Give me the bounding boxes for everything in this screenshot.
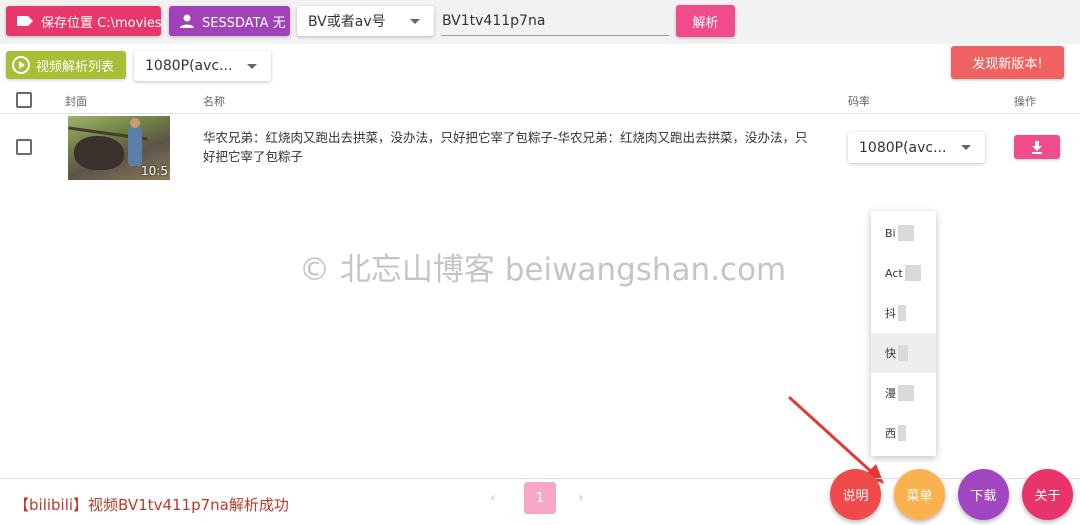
sessdata-button[interactable]: SESSDATA 无 (169, 6, 290, 36)
pager-prev-button[interactable]: ‹ (490, 490, 496, 506)
about-label: 关于 (1034, 489, 1061, 504)
menu-label: 菜单 (906, 489, 933, 504)
table-row: 10:5 华农兄弟：红烧肉又跑出去拱菜，没办法，只好把它宰了包粽子-华农兄弟：红… (0, 115, 1080, 182)
table-header: 封面 名称 码率 操作 (0, 86, 1080, 114)
id-type-select[interactable]: BV或者av号 (297, 6, 434, 36)
sessdata-label: SESSDATA 无 (202, 15, 286, 31)
header-bitrate: 码率 (848, 95, 870, 108)
menu-button[interactable]: 菜单 (894, 469, 945, 520)
status-message: 【bilibili】视频BV1tv411p7na解析成功 (14, 496, 289, 514)
download-label: 下载 (970, 489, 997, 504)
chevron-down-icon (961, 145, 971, 150)
help-label: 说明 (842, 489, 869, 504)
menu-item-acfun[interactable]: Act (871, 253, 936, 293)
video-cover-thumbnail[interactable]: 10:5 (68, 116, 170, 180)
download-button[interactable]: 下载 (958, 469, 1009, 520)
chevron-down-icon (247, 64, 257, 69)
menu-item-label: Act (885, 266, 903, 280)
header-name: 名称 (203, 95, 225, 108)
watermark-text: © 北忘山博客 beiwangshan.com (299, 252, 787, 288)
save-location-button[interactable]: 保存位置 C:\movies (6, 6, 162, 36)
video-id-input[interactable] (441, 6, 669, 36)
menu-item-douyin[interactable]: 抖 (871, 293, 936, 333)
play-circle-icon (12, 56, 30, 74)
menu-item-label: 快 (885, 347, 896, 360)
video-list-label: 视频解析列表 (36, 59, 115, 75)
select-all-checkbox[interactable] (16, 92, 32, 108)
pager-page-1[interactable]: 1 (524, 482, 556, 514)
video-title: 华农兄弟：红烧肉又跑出去拱菜，没办法，只好把它宰了包粽子-华农兄弟：红烧肉又跑出… (203, 130, 808, 164)
person-icon (180, 14, 194, 28)
row-download-button[interactable] (1014, 135, 1060, 159)
row-checkbox[interactable] (16, 139, 32, 155)
global-quality-select[interactable]: 1080P(avc... (134, 51, 271, 81)
download-icon (1032, 141, 1042, 154)
pager-next-button[interactable]: › (578, 490, 584, 506)
id-type-value: BV或者av号 (308, 14, 386, 30)
toolbar: 保存位置 C:\movies SESSDATA 无 BV或者av号 解析 (0, 0, 1080, 44)
new-version-button[interactable]: 发现新版本! (951, 46, 1064, 79)
row-quality-value: 1080P(avc... (859, 139, 947, 156)
parse-button[interactable]: 解析 (676, 5, 735, 37)
help-button[interactable]: 说明 (830, 469, 881, 520)
about-button[interactable]: 关于 (1022, 469, 1073, 520)
global-quality-value: 1080P(avc... (145, 58, 233, 74)
video-list-button[interactable]: 视频解析列表 (6, 51, 126, 79)
menu-item-label: 抖 (885, 307, 896, 320)
chevron-down-icon (410, 19, 420, 24)
video-duration: 10:5 (141, 164, 168, 178)
row-quality-select[interactable]: 1080P(avc... (848, 132, 985, 163)
new-version-label: 发现新版本! (972, 57, 1043, 72)
menu-item-kuaishou[interactable]: 快 (871, 333, 936, 373)
menu-item-bilibili[interactable]: Bi (871, 213, 936, 253)
header-action: 操作 (1014, 95, 1036, 108)
save-location-label: 保存位置 C:\movies (41, 15, 162, 31)
label-tag-icon (17, 16, 33, 26)
header-cover: 封面 (65, 95, 87, 108)
parse-label: 解析 (692, 15, 719, 31)
menu-item-label: Bi (885, 226, 896, 240)
